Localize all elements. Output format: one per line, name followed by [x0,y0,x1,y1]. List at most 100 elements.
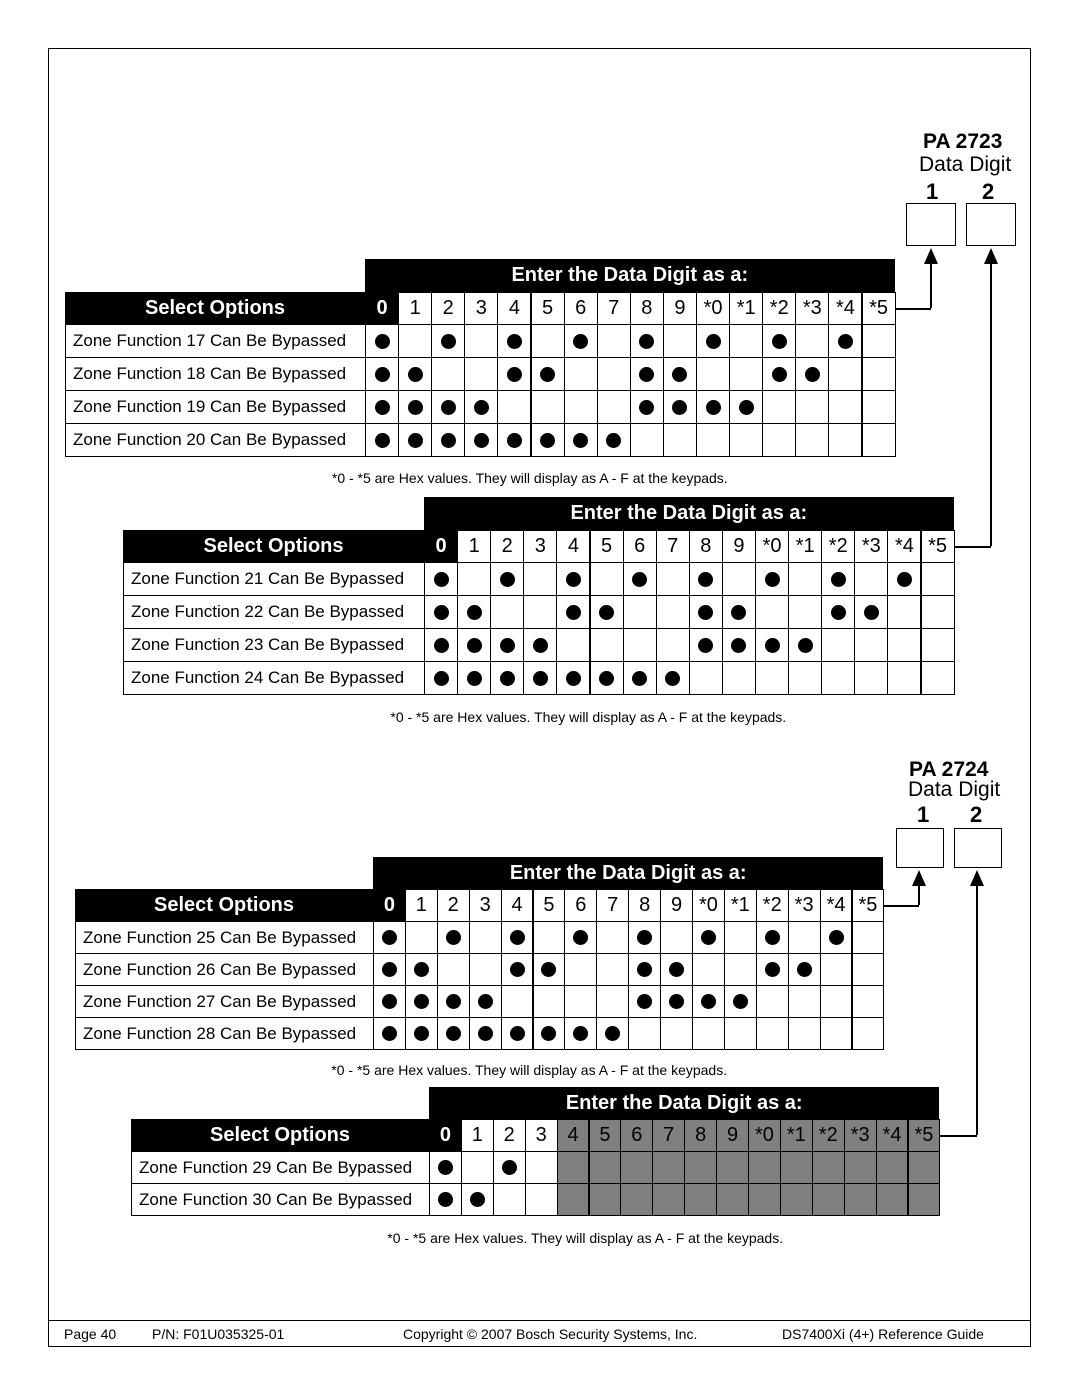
digit-cell [787,985,821,1018]
digit-cell [887,562,922,596]
digit-cell [596,423,631,457]
selected-dot-icon [605,1026,621,1041]
digit-cell [748,1183,781,1216]
selected-dot-icon [771,333,787,349]
selected-dot-icon [506,333,522,349]
digit-column-header: *2 [811,1119,845,1152]
digit-cell [854,595,889,629]
enter-data-digit-header: Enter the Data Digit as a: [429,1087,940,1119]
digit-cell [755,562,790,596]
digit-cell [828,390,863,424]
selected-dot-icon [700,930,716,945]
digit-cell [819,921,853,954]
footer-part-number: P/N: F01U035325-01 [152,1326,285,1342]
digit-column-header: *3 [795,292,830,325]
digit-cell [828,423,863,457]
digit-cell [468,1017,502,1050]
digit-cell [828,324,863,358]
digit-cell [755,1017,789,1050]
selected-dot-icon [509,930,525,945]
selected-dot-icon [509,1026,525,1041]
digit-cell [431,390,466,424]
digit-cell [589,661,624,695]
selected-dot-icon [532,637,548,653]
digit-cell [819,985,853,1018]
digit-cell [373,953,406,986]
digit-cell [655,595,690,629]
digit-column-header: 4 [556,1119,590,1152]
digit-cell [748,1151,781,1184]
digit-cell [497,324,532,358]
digit-cell [596,390,631,424]
digit-cell [811,1151,845,1184]
digit-cell [887,628,922,662]
selected-dot-icon [639,399,655,415]
digit-cell [629,324,664,358]
digit-cell [464,423,499,457]
selected-dot-icon [466,604,482,620]
digit-cell [622,628,657,662]
digit-column-header: 7 [596,292,631,325]
digit-cell [556,1151,590,1184]
selected-dot-icon [374,366,390,382]
selected-dot-icon [374,333,390,349]
option-label: Zone Function 23 Can Be Bypassed [123,628,425,662]
digit-cell [875,1151,909,1184]
digit-cell [497,357,532,391]
selected-dot-icon [698,604,714,620]
digit-column-header: 8 [684,1119,718,1152]
selected-dot-icon [541,1026,557,1041]
selected-dot-icon [804,366,820,382]
digit-cell [457,595,492,629]
digit-column-header: *1 [779,1119,813,1152]
digit-cell [811,1183,845,1216]
selected-dot-icon [698,571,714,587]
digit-cell [457,628,492,662]
digit-cell [564,953,598,986]
selected-dot-icon [863,604,879,620]
option-label: Zone Function 28 Can Be Bypassed [75,1017,374,1050]
digit-cell [424,661,459,695]
selected-dot-icon [473,432,489,448]
digit-cell [723,921,757,954]
hex-note: *0 - *5 are Hex values. They will displa… [390,709,787,725]
digit-cell [523,595,558,629]
digit-cell [828,357,863,391]
digit-column-header: 5 [589,530,624,563]
digit-cell [365,324,400,358]
selected-dot-icon [830,604,846,620]
selected-dot-icon [374,399,390,415]
digit-cell [429,1151,462,1184]
digit-cell [795,423,830,457]
digit-column-header: 7 [655,530,690,563]
digit-cell [821,595,856,629]
digit-cell [365,390,400,424]
digit-cell [688,661,723,695]
digit-cell [532,1017,566,1050]
digit-cell [556,661,591,695]
digit-cell [596,921,630,954]
selected-dot-icon [797,637,813,653]
selected-dot-icon [477,1026,493,1041]
digit-column-header: *2 [755,889,789,922]
selected-dot-icon [445,930,461,945]
digit-cell [779,1183,813,1216]
digit-cell [755,595,790,629]
digit-cell [854,562,889,596]
selected-dot-icon [639,366,655,382]
digit-cell [556,562,591,596]
digit-cell [404,985,438,1018]
digit-cell [821,661,856,695]
digit-cell [920,661,955,695]
digit-cell [398,357,433,391]
selected-dot-icon [540,432,556,448]
digit-cell [589,595,624,629]
digit-cell [523,661,558,695]
digit-cell [716,1183,749,1216]
option-label: Zone Function 20 Can Be Bypassed [65,423,366,457]
selected-dot-icon [672,399,688,415]
footer-divider [48,1320,1031,1321]
digit-cell [688,562,723,596]
selected-dot-icon [565,670,581,686]
pa-2723-title: PA 2723 [923,130,1003,153]
